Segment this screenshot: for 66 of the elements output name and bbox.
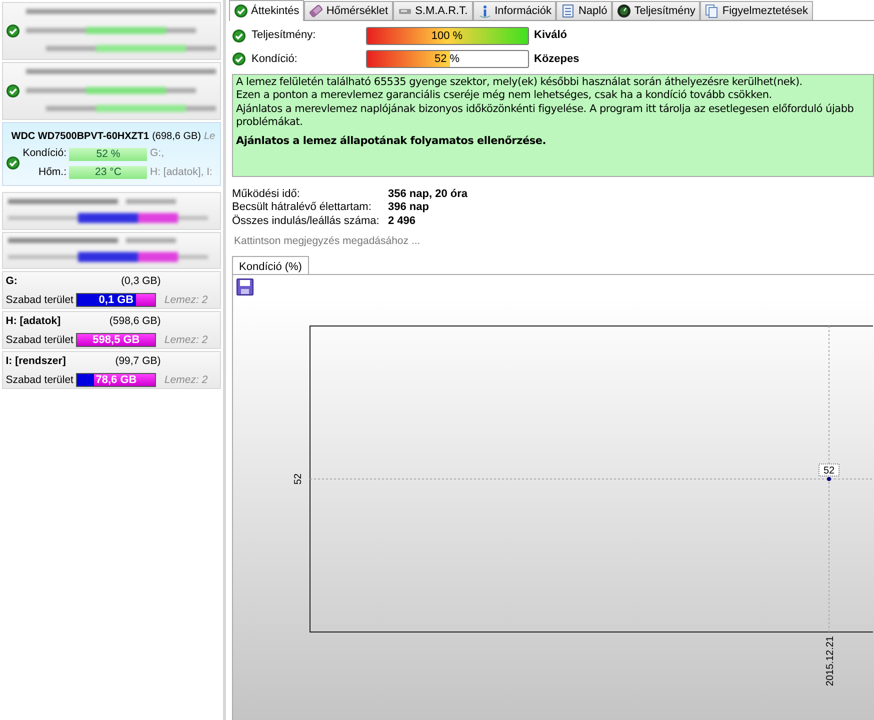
message-text: Ezen a ponton a merevlemez garanciális cseréje még nem lehetséges, csak ha a kondíció tovább csökken.	[236, 89, 773, 102]
free-space-label: Szabad terület	[6, 292, 74, 308]
health-bar: 52 %	[69, 148, 148, 161]
partition-card[interactable]: G: (0,3 GB) Szabad terület 0,1 GB Lemez: 2	[2, 271, 221, 309]
data-point	[827, 477, 831, 481]
x-tick-label: 2015.12.21	[825, 636, 836, 686]
y-tick-label: 52	[293, 473, 304, 485]
stat-label: Összes indulás/leállás száma:	[232, 214, 380, 228]
partition-name: G:	[6, 274, 18, 289]
disk-number: Lemez: 2	[164, 292, 208, 308]
check-icon	[234, 4, 248, 18]
stat-value: 2 496	[388, 214, 416, 228]
tab[interactable]: Figyelmeztetések	[700, 1, 813, 20]
partition-card[interactable]: I: [rendszer] (99,7 GB) Szabad terület 78,6 GB Lemez: 2	[2, 351, 221, 389]
tab[interactable]: Információk	[472, 1, 556, 20]
stat-label: Becsült hátralévő élettartam:	[232, 201, 372, 214]
drive-model: WDC WD7500BPVT-60HXZT1	[11, 130, 150, 144]
free-space-value: 598,5 GB	[92, 334, 141, 348]
eraser-icon	[309, 4, 324, 18]
free-space-value: 78,6 GB	[94, 374, 138, 388]
status-rating: Kiváló	[534, 28, 568, 44]
chart-tab[interactable]: Kondíció (%)	[232, 256, 309, 276]
stat-value: 356 nap, 20 óra	[388, 188, 468, 201]
partition-name: H: [adatok]	[6, 314, 61, 329]
disk-number: Lemez: 2	[164, 332, 208, 348]
health-bar: 23 °C	[69, 166, 148, 180]
info-icon	[478, 4, 492, 18]
partition-list: H: [adatok], I:	[150, 164, 212, 180]
stat-value: 396 nap	[388, 201, 429, 214]
documents-icon	[705, 4, 720, 18]
stat-label: Működési idő:	[232, 188, 301, 201]
free-space-label: Szabad terület	[6, 372, 74, 388]
disk-number: Lemez: 2	[164, 372, 208, 388]
drive-card[interactable]: WDC WD7500BPVT-60HXZT1 (698,6 GB) Le Kondíció: 52 % G:, Hőm.: 23 °C H: [adatok], I:	[2, 122, 221, 186]
tab[interactable]: Napló	[556, 1, 612, 20]
drive-extra: Le	[204, 130, 216, 144]
tab[interactable]: Hőmérséklet	[304, 1, 394, 20]
partition-card[interactable]: H: [adatok] (598,6 GB) Szabad terület 598,5 GB Lemez: 2	[2, 311, 221, 349]
document-icon	[561, 4, 576, 18]
status-label: Kondíció:	[252, 52, 298, 67]
message-text: A lemez felületén található 65535 gyenge szektor, mely(ek) későbbi használat során áthelyezésre kerülhet(nek).	[236, 76, 804, 89]
gauge-value: 100 %	[430, 28, 464, 44]
recommendation-text: Ajánlatos a lemez állapotának folyamatos ellenőrzése.	[236, 135, 547, 148]
partition-size: (99,7 GB)	[115, 354, 161, 369]
check-icon	[6, 156, 20, 170]
row-label: Hőm.:	[37, 164, 66, 180]
check-icon	[232, 28, 246, 42]
free-space-label: Szabad terület	[6, 332, 74, 348]
partition-size: (0,3 GB)	[121, 274, 161, 289]
free-space-value: 0,1 GB	[98, 294, 135, 308]
check-icon	[232, 52, 246, 66]
partition-size: (598,6 GB)	[109, 314, 161, 329]
status-rating: Közepes	[534, 52, 580, 67]
status-label: Teljesítmény:	[252, 28, 317, 44]
save-icon[interactable]	[236, 278, 254, 296]
data-label: 52	[818, 464, 840, 476]
tab[interactable]: Teljesítmény	[612, 1, 700, 20]
partition-list: G:,	[150, 146, 164, 162]
drive-size: (698,6 GB)	[152, 130, 201, 144]
tab[interactable]: Áttekintés	[229, 0, 304, 21]
partition-name: I: [rendszer]	[6, 354, 66, 369]
row-label: Kondíció:	[22, 146, 66, 162]
tab[interactable]: S.M.A.R.T.	[393, 1, 473, 20]
gauge-icon	[617, 4, 632, 18]
message-text: Ajánlatos a merevlemez naplójának bizonyos időközönkénti figyelése. A program itt tárolja az esetlegesen előforduló újabb problémákat.	[236, 102, 855, 130]
gauge-value: 52 %	[433, 52, 461, 67]
